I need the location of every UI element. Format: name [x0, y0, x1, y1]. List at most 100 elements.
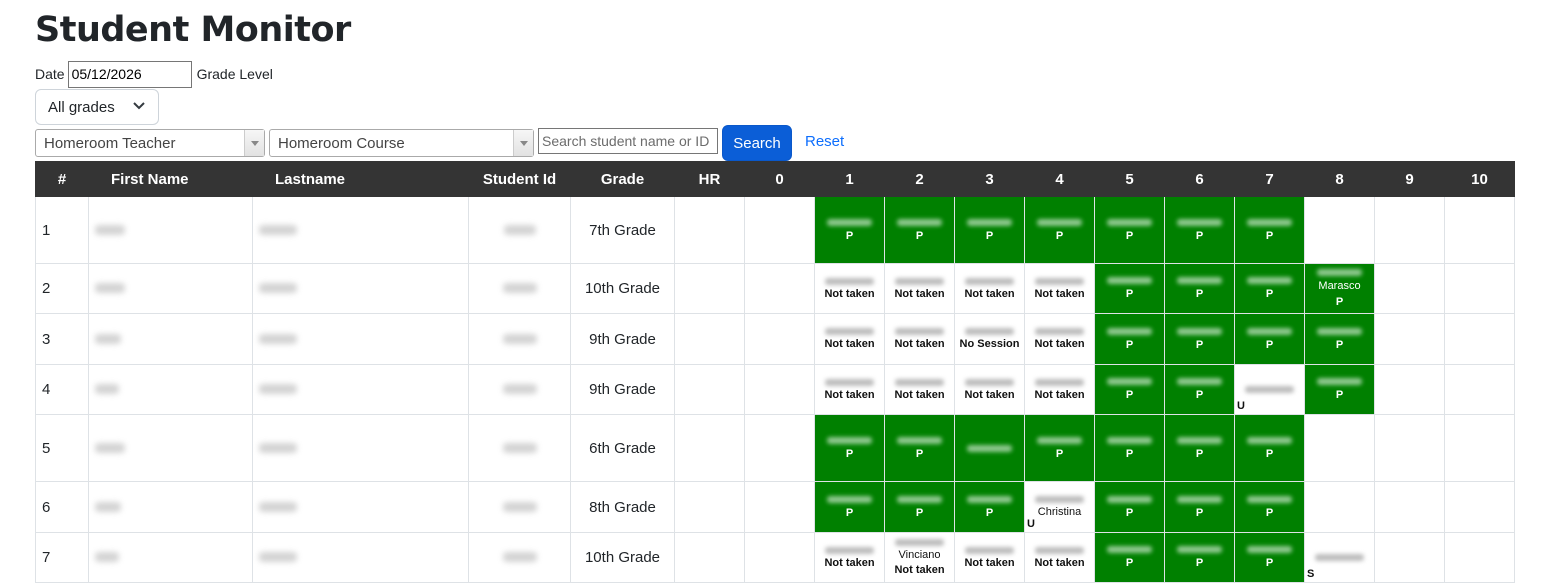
period-cell-6[interactable]: P [1164, 196, 1235, 264]
period-cell-4[interactable]: Not taken [1024, 364, 1095, 415]
reset-link[interactable]: Reset [805, 133, 844, 150]
period-cell-5[interactable]: P [1094, 313, 1165, 365]
lastname-cell[interactable] [252, 414, 469, 482]
row-number: 6 [35, 481, 89, 533]
student-id-cell[interactable] [468, 313, 571, 365]
lastname-cell[interactable] [252, 313, 469, 365]
attendance-status: P [1265, 338, 1274, 351]
col-header-grade[interactable]: Grade [570, 161, 675, 197]
period-cell-3[interactable]: Not taken [954, 532, 1025, 583]
period-cell-6[interactable]: P [1164, 313, 1235, 365]
period-cell-3[interactable]: Not taken [954, 364, 1025, 415]
period-cell-5[interactable]: P [1094, 196, 1165, 264]
period-cell-2[interactable]: Not taken [884, 313, 955, 365]
period-cell-8[interactable]: Marasco P [1304, 263, 1375, 314]
period-cell-7[interactable]: P [1234, 313, 1305, 365]
period-cell-4[interactable]: P [1024, 196, 1095, 264]
period-cell-5[interactable]: P [1094, 364, 1165, 415]
period-cell-5[interactable]: P [1094, 532, 1165, 583]
period-content [1235, 386, 1304, 393]
first-name-cell[interactable] [88, 532, 253, 583]
lastname-cell[interactable] [252, 532, 469, 583]
lastname-cell[interactable] [252, 481, 469, 533]
lastname-cell[interactable] [252, 196, 469, 264]
lastname-cell[interactable] [252, 263, 469, 314]
period-cell-7[interactable]: P [1234, 414, 1305, 482]
row-number: 2 [35, 263, 89, 314]
period-cell-1[interactable]: Not taken [814, 364, 885, 415]
lastname-cell[interactable] [252, 364, 469, 415]
period-cell-0 [744, 532, 815, 583]
search-input[interactable] [538, 128, 718, 154]
hr-cell [674, 364, 745, 415]
first-name-cell[interactable] [88, 313, 253, 365]
period-cell-4[interactable]: Not taken [1024, 532, 1095, 583]
attendance-status: Not taken [824, 388, 875, 401]
period-cell-8[interactable]: P [1304, 364, 1375, 415]
period-cell-2[interactable]: Not taken [884, 364, 955, 415]
first-name-cell[interactable] [88, 481, 253, 533]
period-cell-3[interactable] [954, 414, 1025, 482]
student-id-cell[interactable] [468, 263, 571, 314]
col-header-first-name[interactable]: First Name [88, 161, 253, 197]
period-cell-9 [1374, 364, 1445, 415]
period-cell-2[interactable]: P [884, 414, 955, 482]
first-name-cell[interactable] [88, 364, 253, 415]
period-cell-3[interactable]: No Session [954, 313, 1025, 365]
attendance-status: P [1265, 447, 1274, 460]
student-id-cell[interactable] [468, 532, 571, 583]
homeroom-teacher-select[interactable]: Homeroom Teacher [35, 129, 265, 157]
col-header-lastname[interactable]: Lastname [252, 161, 469, 197]
first-name-cell[interactable] [88, 414, 253, 482]
period-cell-7[interactable]: P [1234, 263, 1305, 314]
homeroom-course-select[interactable]: Homeroom Course [269, 129, 534, 157]
col-header-num: # [35, 161, 89, 197]
period-cell-1[interactable]: Not taken [814, 313, 885, 365]
period-cell-7[interactable]: P [1234, 532, 1305, 583]
period-cell-6[interactable]: P [1164, 532, 1235, 583]
period-cell-7[interactable]: P [1234, 481, 1305, 533]
period-cell-6[interactable]: P [1164, 414, 1235, 482]
grade-level-select[interactable]: All grades [35, 89, 159, 125]
period-cell-2[interactable]: Not taken [884, 263, 955, 314]
period-cell-4[interactable]: P [1024, 414, 1095, 482]
student-id-cell[interactable] [468, 364, 571, 415]
student-id-cell[interactable] [468, 414, 571, 482]
period-cell-8[interactable]: P [1304, 313, 1375, 365]
period-cell-1[interactable]: P [814, 414, 885, 482]
col-header-student-id[interactable]: Student Id [468, 161, 571, 197]
period-cell-4[interactable]: Not taken [1024, 313, 1095, 365]
period-cell-2[interactable]: Vinciano Not taken [884, 532, 955, 583]
first-name-cell[interactable] [88, 196, 253, 264]
period-cell-1[interactable]: P [814, 481, 885, 533]
period-content: P [1095, 327, 1164, 351]
period-cell-6[interactable]: P [1164, 481, 1235, 533]
period-cell-3[interactable]: P [954, 481, 1025, 533]
period-cell-2[interactable]: P [884, 196, 955, 264]
search-button[interactable]: Search [722, 125, 792, 161]
period-cell-7[interactable]: U [1234, 364, 1305, 415]
period-cell-4[interactable]: U Christina [1024, 481, 1095, 533]
period-cell-1[interactable]: Not taken [814, 263, 885, 314]
period-cell-6[interactable]: P [1164, 364, 1235, 415]
date-input[interactable] [67, 60, 192, 88]
student-id-cell[interactable] [468, 196, 571, 264]
period-cell-1[interactable]: P [814, 196, 885, 264]
period-content: Not taken [815, 546, 884, 569]
period-cell-5[interactable]: P [1094, 414, 1165, 482]
period-cell-5[interactable]: P [1094, 481, 1165, 533]
redacted-teacher [1176, 327, 1223, 335]
period-cell-1[interactable]: Not taken [814, 532, 885, 583]
period-cell-5[interactable]: P [1094, 263, 1165, 314]
student-id-cell[interactable] [468, 481, 571, 533]
redacted-student-id [502, 384, 537, 394]
period-cell-3[interactable]: P [954, 196, 1025, 264]
period-cell-2[interactable]: P [884, 481, 955, 533]
period-cell-7[interactable]: P [1234, 196, 1305, 264]
period-content: P [1165, 495, 1234, 519]
period-cell-4[interactable]: Not taken [1024, 263, 1095, 314]
first-name-cell[interactable] [88, 263, 253, 314]
period-cell-8[interactable]: S [1304, 532, 1375, 583]
period-cell-3[interactable]: Not taken [954, 263, 1025, 314]
period-cell-6[interactable]: P [1164, 263, 1235, 314]
